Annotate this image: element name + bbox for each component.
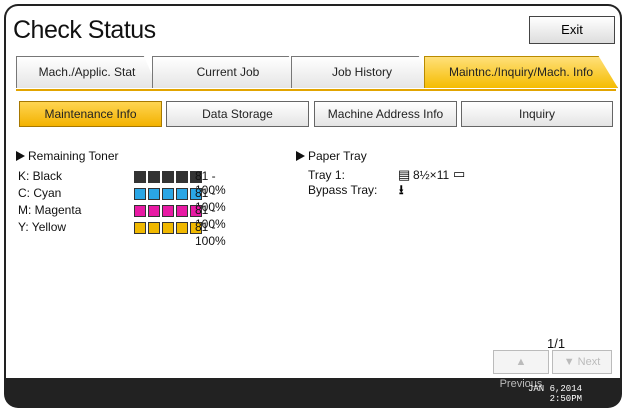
toner-level-segment bbox=[176, 171, 188, 183]
toner-level-segment bbox=[148, 222, 160, 234]
date-time: JAN 6,2014 2:50PM bbox=[528, 384, 582, 404]
screen-frame: Check Status Exit Mach./Applic. Stat Cur… bbox=[4, 4, 622, 408]
time-text: 2:50PM bbox=[549, 394, 582, 404]
toner-label: Y: Yellow bbox=[18, 220, 67, 234]
toner-level-bar bbox=[134, 188, 202, 200]
page-title: Check Status bbox=[13, 16, 156, 44]
toner-label: C: Cyan bbox=[18, 186, 62, 200]
triangle-right-icon bbox=[16, 151, 25, 161]
tab-underline bbox=[16, 89, 616, 91]
toner-level-segment bbox=[176, 205, 188, 217]
next-button[interactable]: ▼ Next bbox=[552, 350, 612, 374]
toner-level-segment bbox=[176, 222, 188, 234]
toner-level-segment bbox=[134, 205, 146, 217]
subtab-machine-address-info[interactable]: Machine Address Info bbox=[314, 101, 457, 127]
tab-current-job[interactable]: Current Job bbox=[152, 56, 304, 88]
previous-button[interactable]: ▲ Previous bbox=[493, 350, 549, 390]
main-tabs: Mach./Applic. Stat Current Job Job Histo… bbox=[16, 56, 618, 91]
toner-label: M: Magenta bbox=[18, 203, 82, 217]
subtab-inquiry[interactable]: Inquiry bbox=[461, 101, 613, 127]
paper-section-title: Paper Tray bbox=[296, 149, 367, 163]
toner-level-segment bbox=[134, 222, 146, 234]
tab-job-history[interactable]: Job History bbox=[291, 56, 433, 88]
tab-maintenance-inquiry[interactable]: Maintnc./Inquiry/Mach. Info bbox=[424, 56, 618, 88]
toner-level-segment bbox=[134, 188, 146, 200]
paper-orientation-icon: ▭ bbox=[453, 166, 466, 181]
toner-level-segment bbox=[148, 205, 160, 217]
bypass-tray-label: Bypass Tray: bbox=[308, 183, 378, 197]
toner-level-bar bbox=[134, 171, 202, 183]
tray1-label: Tray 1: bbox=[308, 168, 345, 182]
sub-tabs: Maintenance Info Data Storage Machine Ad… bbox=[19, 101, 615, 127]
toner-level-segment bbox=[148, 188, 160, 200]
triangle-right-icon bbox=[296, 151, 305, 161]
toner-level-segment bbox=[162, 222, 174, 234]
toner-level-bar bbox=[134, 205, 202, 217]
bypass-feed-icon: ⭳ bbox=[399, 182, 404, 197]
tray1-paper-size: 8½×11 bbox=[413, 168, 450, 182]
toner-level-segment bbox=[162, 205, 174, 217]
down-arrow-icon: ▼ bbox=[563, 356, 575, 368]
subtab-maintenance-info[interactable]: Maintenance Info bbox=[19, 101, 162, 127]
up-arrow-icon: ▲ bbox=[515, 356, 527, 368]
toner-percent: 81 - 100% bbox=[195, 220, 226, 248]
content-panel: Check Status Exit Mach./Applic. Stat Cur… bbox=[6, 6, 620, 390]
toner-level-segment bbox=[148, 171, 160, 183]
toner-level-bar bbox=[134, 222, 202, 234]
subtab-data-storage[interactable]: Data Storage bbox=[166, 101, 309, 127]
toner-level-segment bbox=[162, 188, 174, 200]
toner-level-segment bbox=[162, 171, 174, 183]
toner-level-segment bbox=[134, 171, 146, 183]
date-text: JAN 6,2014 bbox=[527, 384, 582, 394]
page-indicator: 1/1 bbox=[547, 336, 566, 351]
exit-button[interactable]: Exit bbox=[529, 16, 615, 44]
tab-mach-applic-stat[interactable]: Mach./Applic. Stat bbox=[16, 56, 158, 88]
toner-section-title: Remaining Toner bbox=[16, 149, 119, 163]
toner-label: K: Black bbox=[18, 169, 63, 183]
toner-level-segment bbox=[176, 188, 188, 200]
